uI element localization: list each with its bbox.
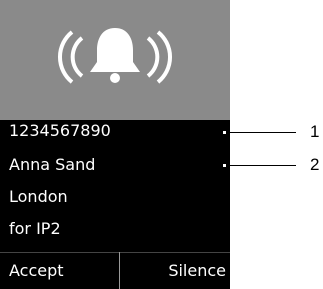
silence-button[interactable]: Silence (168, 252, 226, 289)
ringing-bell-icon (58, 28, 172, 84)
receiving-line: for IP2 (9, 219, 61, 238)
callout-label-1: 1 (310, 122, 320, 141)
call-icon-area (0, 0, 230, 120)
callout-line-2 (230, 165, 296, 166)
accept-button[interactable]: Accept (9, 252, 64, 289)
caller-location: London (9, 187, 68, 206)
callout-marker-1 (223, 131, 226, 134)
caller-name: Anna Sand (9, 155, 96, 174)
caller-number: 1234567890 (9, 121, 111, 140)
soft-key-separator (119, 252, 120, 289)
phone-display: 1234567890 Anna Sand London for IP2 Acce… (0, 0, 230, 289)
callout-label-2: 2 (310, 155, 320, 174)
soft-key-bar: Accept Silence (0, 252, 230, 289)
callout-line-1 (230, 132, 296, 133)
callout-marker-2 (223, 164, 226, 167)
